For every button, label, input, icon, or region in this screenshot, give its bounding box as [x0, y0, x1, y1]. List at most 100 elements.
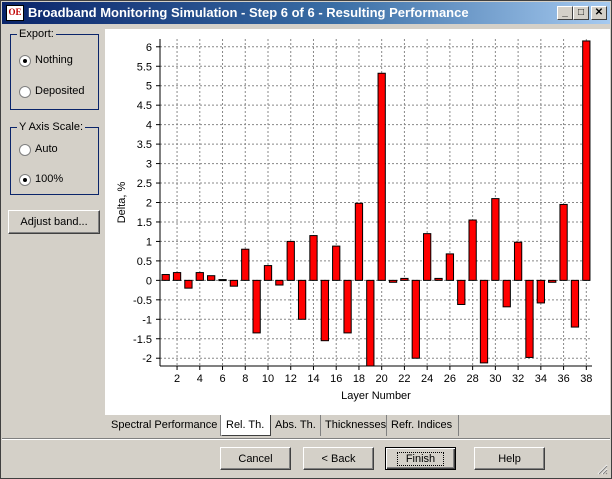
bar	[229, 279, 239, 287]
x-tick-label: 24	[421, 373, 433, 385]
adjust-band-button[interactable]: Adjust band...	[8, 210, 100, 234]
bar	[320, 279, 329, 342]
footer-separator	[2, 438, 610, 440]
y-tick-label: 2	[146, 198, 152, 210]
bar	[502, 279, 511, 308]
bar	[252, 279, 261, 334]
bar	[457, 279, 466, 305]
app-logo-icon: OE	[6, 5, 24, 21]
y-tick-label: -2	[142, 353, 152, 365]
radio-label: Auto	[35, 143, 58, 155]
bar	[172, 272, 182, 281]
y-tick-label: -1.5	[133, 334, 152, 346]
x-tick-label: 18	[353, 373, 365, 385]
chart-tabs: Spectral Performance Rel. Th. Abs. Th. T…	[105, 415, 610, 437]
cancel-button[interactable]: Cancel	[220, 447, 291, 470]
x-axis-label: Layer Number	[341, 390, 411, 402]
bar	[525, 279, 534, 358]
bar	[445, 253, 455, 281]
wizard-window: OE Broadband Monitoring Simulation - Ste…	[0, 0, 612, 479]
back-button[interactable]: < Back	[303, 447, 374, 470]
x-tick-label: 36	[557, 373, 569, 385]
resize-grip-icon[interactable]	[597, 464, 608, 475]
bar	[548, 279, 557, 283]
y-tick-label: 3	[146, 159, 152, 171]
bar	[479, 279, 489, 364]
bar	[411, 279, 420, 359]
tab-thicknesses[interactable]: Thicknesses	[321, 415, 387, 436]
x-tick-label: 32	[512, 373, 524, 385]
radio-label: Nothing	[35, 54, 73, 66]
bar	[218, 279, 227, 282]
y-tick-label: 0	[146, 275, 152, 287]
y-axis-scale-group: Y Axis Scale: Auto 100%	[10, 121, 99, 195]
close-button[interactable]: ✕	[591, 6, 607, 20]
y-tick-label: 1	[146, 236, 152, 248]
minimize-button[interactable]: _	[557, 6, 573, 20]
x-tick-label: 2	[174, 373, 180, 385]
y-tick-label: 3.5	[137, 139, 152, 151]
tab-spectral-performance[interactable]: Spectral Performance	[107, 415, 221, 436]
x-tick-label: 38	[580, 373, 592, 385]
bar	[297, 279, 307, 320]
finish-button[interactable]: Finish	[385, 447, 456, 470]
bar	[377, 72, 386, 281]
x-tick-label: 4	[197, 373, 203, 385]
bar	[263, 265, 273, 281]
window-title: Broadband Monitoring Simulation - Step 6…	[28, 5, 469, 20]
bar	[468, 219, 477, 281]
bar	[423, 233, 432, 281]
x-tick-label: 10	[262, 373, 274, 385]
y-tick-label: 6	[146, 42, 152, 54]
title-bar[interactable]: OE Broadband Monitoring Simulation - Ste…	[2, 2, 610, 24]
x-tick-label: 20	[376, 373, 388, 385]
radio-label: Deposited	[35, 85, 85, 97]
bar	[332, 245, 341, 281]
y-tick-label: -0.5	[133, 295, 152, 307]
tab-abs-th[interactable]: Abs. Th.	[271, 415, 321, 436]
x-tick-label: 8	[242, 373, 248, 385]
y-tick-label: -1	[142, 314, 152, 326]
help-button[interactable]: Help	[474, 447, 545, 470]
radio-checked-icon	[19, 55, 31, 67]
x-tick-label: 12	[285, 373, 297, 385]
radio-unchecked-icon	[19, 86, 31, 98]
tab-refr-indices[interactable]: Refr. Indices	[387, 415, 459, 436]
maximize-button[interactable]: □	[573, 6, 589, 20]
x-tick-label: 6	[219, 373, 225, 385]
bar	[582, 40, 591, 281]
bar	[513, 241, 523, 281]
export-group-title: Export:	[17, 28, 56, 40]
delta-bar-chart: -2-1.5-1-0.500.511.522.533.544.555.562 4 6…	[116, 39, 592, 402]
bar	[354, 202, 364, 281]
export-group: Export: Nothing Deposited	[10, 28, 99, 110]
y-tick-label: 0.5	[137, 256, 152, 268]
bar	[388, 279, 398, 283]
x-tick-label: 22	[398, 373, 410, 385]
y-tick-label: 4.5	[137, 100, 152, 112]
y-tick-label: 5	[146, 81, 152, 93]
bar	[400, 277, 409, 281]
bar	[570, 279, 580, 328]
tab-rel-th[interactable]: Rel. Th.	[221, 415, 271, 436]
chart-panel: -2 -1.5 -1 -0.5 0 0.5 1 1.5 2 2.5 3 3.5 4 4.5 5 5.5 6 2 4 6…	[105, 29, 610, 415]
bar	[309, 235, 318, 281]
bar	[275, 279, 284, 286]
bar	[241, 248, 250, 281]
bar	[491, 198, 500, 281]
bar	[161, 274, 170, 281]
radio-unchecked-icon	[19, 144, 31, 156]
y-axis-group-title: Y Axis Scale:	[17, 121, 85, 133]
x-tick-label: 30	[489, 373, 501, 385]
y-tick-label: 4	[146, 120, 152, 132]
x-tick-label: 16	[330, 373, 342, 385]
bar	[559, 203, 568, 281]
bar	[195, 272, 204, 281]
bar	[434, 277, 443, 281]
radio-label: 100%	[35, 173, 64, 185]
x-tick-label: 28	[467, 373, 479, 385]
y-axis-label: Delta, %	[116, 181, 128, 223]
bar	[286, 240, 295, 281]
radio-checked-icon	[19, 174, 31, 186]
bar	[366, 279, 375, 367]
